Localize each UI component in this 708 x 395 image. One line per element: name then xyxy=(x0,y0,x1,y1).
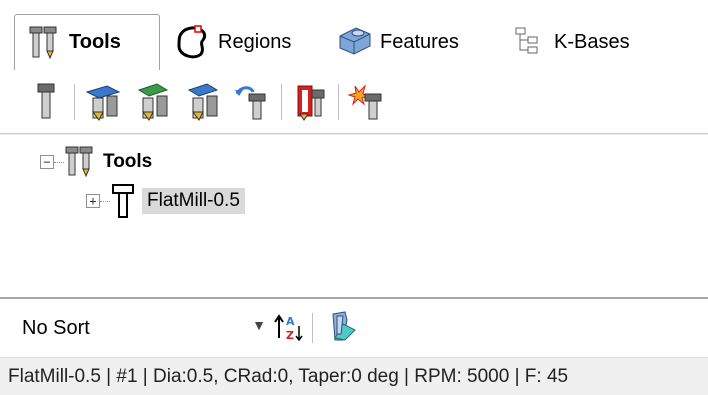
import-tool-icon[interactable] xyxy=(131,80,175,124)
collapse-icon[interactable]: − xyxy=(40,155,54,169)
clear-tools-icon[interactable] xyxy=(345,80,389,124)
tab-kbases-label: K-Bases xyxy=(554,30,630,53)
tools-icon xyxy=(25,24,63,62)
toolbar-separator xyxy=(74,84,75,120)
svg-text:Z: Z xyxy=(286,329,294,342)
status-bar: FlatMill-0.5 | #1 | Dia:0.5, CRad:0, Tap… xyxy=(0,357,708,395)
tree-connector xyxy=(100,200,110,202)
tab-strip: Tools Regions Features K-Bases xyxy=(14,14,698,70)
undo-tool-icon[interactable] xyxy=(231,80,275,124)
toolbar-separator xyxy=(338,84,339,120)
chevron-down-icon: ▼ xyxy=(252,317,266,333)
svg-text:A: A xyxy=(286,315,295,328)
tab-features[interactable]: Features xyxy=(326,14,490,70)
tab-kbases[interactable]: K-Bases xyxy=(500,14,650,70)
tab-regions[interactable]: Regions xyxy=(164,14,314,70)
tab-tools[interactable]: Tools xyxy=(14,14,160,70)
status-text: FlatMill-0.5 | #1 | Dia:0.5, CRad:0, Tap… xyxy=(8,365,569,387)
sort-bar: No Sort ▼ A Z xyxy=(0,297,708,357)
regions-icon xyxy=(174,23,212,61)
tool-tree: − Tools + FlatMill-0.5 xyxy=(0,135,708,297)
sort-az-icon[interactable]: A Z xyxy=(268,307,308,347)
expand-icon[interactable]: + xyxy=(86,194,100,208)
tree-root-row[interactable]: − Tools xyxy=(40,145,157,179)
tab-regions-label: Regions xyxy=(218,30,292,53)
features-icon xyxy=(336,23,374,61)
tree-root-label: Tools xyxy=(103,151,153,172)
tree-item-flatmill[interactable]: + FlatMill-0.5 xyxy=(86,183,245,219)
tree-item-label: FlatMill-0.5 xyxy=(142,188,245,214)
tab-tools-label: Tools xyxy=(69,31,121,53)
tool-panel-header: Tools Regions Features K-Bases xyxy=(0,0,708,134)
tab-features-label: Features xyxy=(380,30,459,53)
export-tool-icon[interactable] xyxy=(181,80,225,124)
flat-mill-icon xyxy=(110,183,136,219)
toolbar-separator xyxy=(281,84,282,120)
sort-dropdown-value: No Sort xyxy=(22,316,90,339)
new-tool-icon[interactable] xyxy=(24,80,68,124)
toolbar xyxy=(24,78,395,126)
sort-dropdown[interactable]: No Sort ▼ xyxy=(14,309,274,347)
kbases-icon xyxy=(510,23,548,61)
sortbar-separator xyxy=(312,313,313,343)
tools-icon xyxy=(64,145,98,179)
tool-view-icon[interactable] xyxy=(322,307,362,347)
tool-library-icon[interactable] xyxy=(81,80,125,124)
delete-tool-icon[interactable] xyxy=(288,80,332,124)
tree-connector xyxy=(54,161,64,163)
